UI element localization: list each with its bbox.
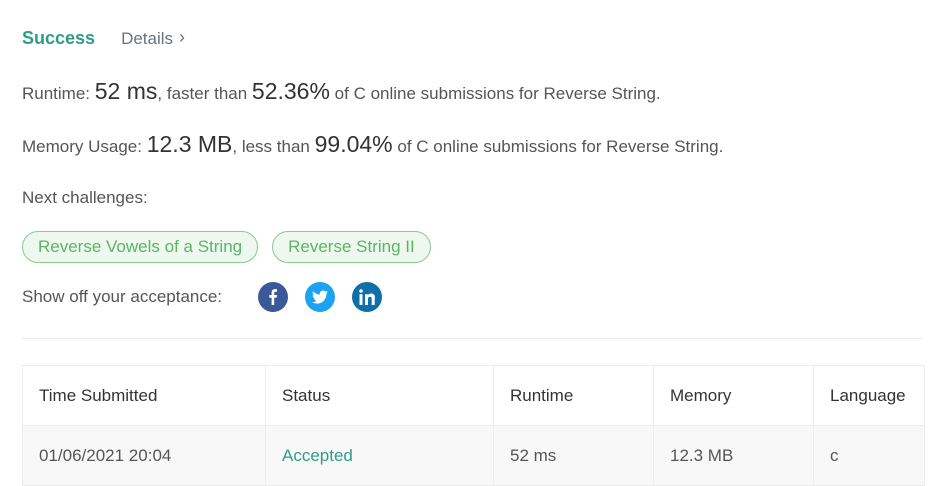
memory-value: 12.3 MB [146,131,233,157]
next-challenges-list: Reverse Vowels of a String Reverse Strin… [22,231,431,263]
linkedin-share-button[interactable] [352,282,382,312]
submissions-table: Time Submitted Status Runtime Memory Lan… [22,365,925,486]
language-cell: c [813,425,925,486]
chevron-right-icon: › [179,27,186,47]
memory-cell: 12.3 MB [653,425,814,486]
twitter-share-button[interactable] [305,282,335,312]
time-submitted-cell: 01/06/2021 20:04 [22,425,266,486]
column-header-language: Language [813,365,925,426]
facebook-share-button[interactable] [258,282,288,312]
table-header-row: Time Submitted Status Runtime Memory Lan… [22,365,925,426]
share-row: Show off your acceptance: [22,282,399,312]
memory-percent: 99.04% [314,131,393,157]
memory-label: Memory Usage: [22,137,142,156]
linkedin-icon [359,289,375,305]
column-header-runtime: Runtime [493,365,654,426]
details-label: Details [121,28,174,48]
runtime-cell: 52 ms [493,425,654,486]
memory-summary: Memory Usage: 12.3 MB, less than 99.04% … [22,131,723,158]
share-label: Show off your acceptance: [22,287,223,306]
runtime-summary: Runtime: 52 ms, faster than 52.36% of C … [22,78,661,105]
table-row: 01/06/2021 20:04 Accepted 52 ms 12.3 MB … [22,425,925,486]
details-link[interactable]: Details › [121,27,186,49]
runtime-label: Runtime: [22,84,91,103]
memory-comparison-text: , less than [232,137,310,156]
runtime-comparison-text: , faster than [157,84,248,103]
section-divider [22,338,923,339]
runtime-suffix: of C online submissions for Reverse Stri… [334,84,661,103]
runtime-value: 52 ms [94,78,158,104]
facebook-icon [269,289,277,305]
twitter-icon [312,290,328,304]
memory-suffix: of C online submissions for Reverse Stri… [397,137,724,156]
challenge-chip-reverse-vowels[interactable]: Reverse Vowels of a String [22,231,259,263]
column-header-memory: Memory [653,365,814,426]
next-challenges-label: Next challenges: [22,188,148,207]
challenge-chip-reverse-string-ii[interactable]: Reverse String II [272,231,431,263]
status-link[interactable]: Accepted [265,425,494,486]
column-header-status: Status [265,365,494,426]
result-header: Success Details › [22,27,186,49]
success-status: Success [22,28,96,48]
column-header-time-submitted: Time Submitted [22,365,266,426]
runtime-percent: 52.36% [251,78,330,104]
